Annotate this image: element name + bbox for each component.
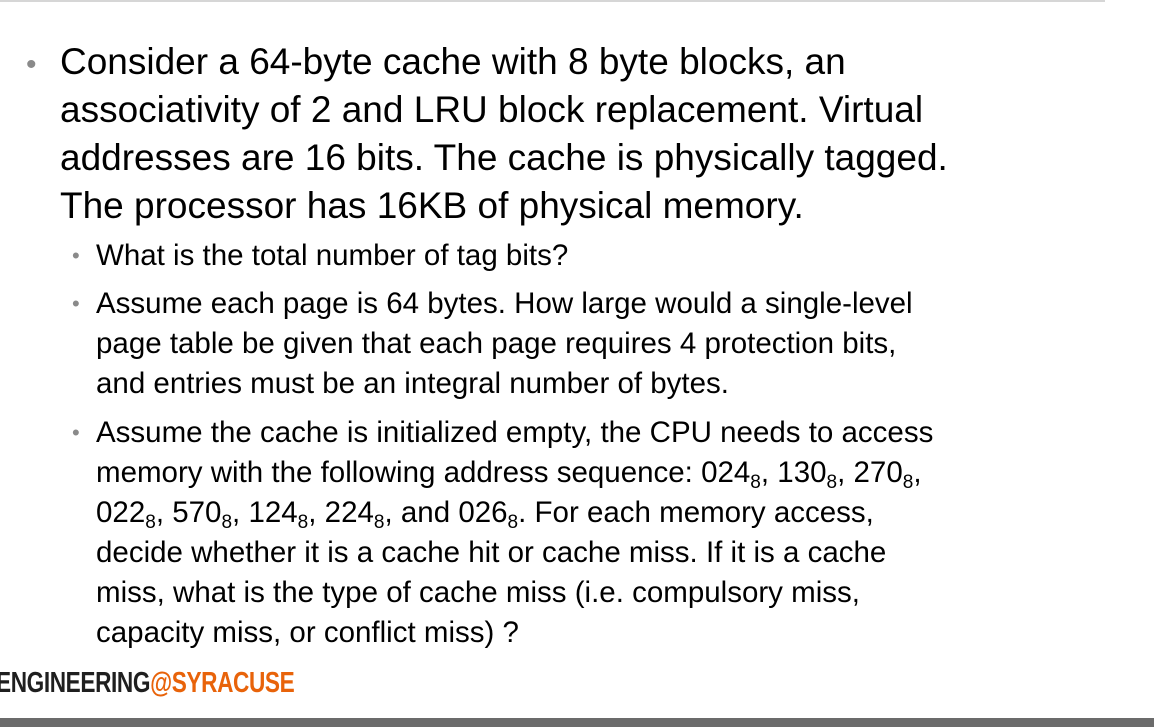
main-bullet-text: Consider a 64-byte cache with 8 byte blo… bbox=[60, 38, 1100, 230]
q3-line-2: memory with the following address sequen… bbox=[96, 456, 922, 493]
q3-line-3-suffix: . For each memory access, bbox=[518, 496, 874, 529]
address-item: 0268 bbox=[458, 496, 519, 533]
q2-line-1: Assume each page is 64 bytes. How large … bbox=[96, 287, 913, 320]
main-line-4: The processor has 16KB of physical memor… bbox=[60, 185, 804, 226]
top-divider bbox=[0, 0, 1105, 2]
address-item: 0228 bbox=[96, 496, 156, 533]
bullet-dot: • bbox=[26, 48, 37, 81]
q3-line-4: decide whether it is a cache hit or cach… bbox=[96, 536, 887, 569]
question-1: What is the total number of tag bits? bbox=[96, 236, 1136, 276]
question-2: Assume each page is 64 bytes. How large … bbox=[96, 284, 1136, 404]
sub-bullet-dot: • bbox=[72, 291, 80, 316]
sub-bullet-dot: • bbox=[72, 243, 80, 268]
main-line-2: associativity of 2 and LRU block replace… bbox=[60, 89, 924, 130]
q3-line-3: 0228, 5708, 1248, 2248, and 0268. For ea… bbox=[96, 496, 874, 533]
footer-band bbox=[0, 718, 1154, 727]
q2-line-3: and entries must be an integral number o… bbox=[96, 367, 729, 400]
q3-line-5: miss, what is the type of cache miss (i.… bbox=[96, 576, 860, 609]
q2-line-2: page table be given that each page requi… bbox=[96, 327, 897, 360]
address-item: 2708 bbox=[853, 456, 914, 493]
address-item: 5708 bbox=[172, 496, 233, 533]
main-line-1: Consider a 64-byte cache with 8 byte blo… bbox=[60, 41, 846, 82]
q1-line-1: What is the total number of tag bits? bbox=[96, 239, 569, 272]
address-item: 1248 bbox=[248, 496, 309, 533]
main-line-3: addresses are 16 bits. The cache is phys… bbox=[60, 137, 948, 178]
address-item: 0248 bbox=[701, 456, 761, 493]
q3-line-6: capacity miss, or conflict miss) ? bbox=[96, 616, 519, 649]
engineering-syracuse-logo: ENGINEERING@SYRACUSE bbox=[0, 667, 295, 699]
sub-bullet-dot: • bbox=[72, 420, 80, 445]
and-word: and bbox=[400, 496, 451, 529]
q3-line-1: Assume the cache is initialized empty, t… bbox=[96, 416, 934, 449]
address-item: 2248 bbox=[324, 496, 385, 533]
q3-line-2-prefix: memory with the following address sequen… bbox=[96, 456, 702, 489]
question-3: Assume the cache is initialized empty, t… bbox=[96, 413, 1136, 653]
address-item: 1308 bbox=[777, 456, 838, 493]
